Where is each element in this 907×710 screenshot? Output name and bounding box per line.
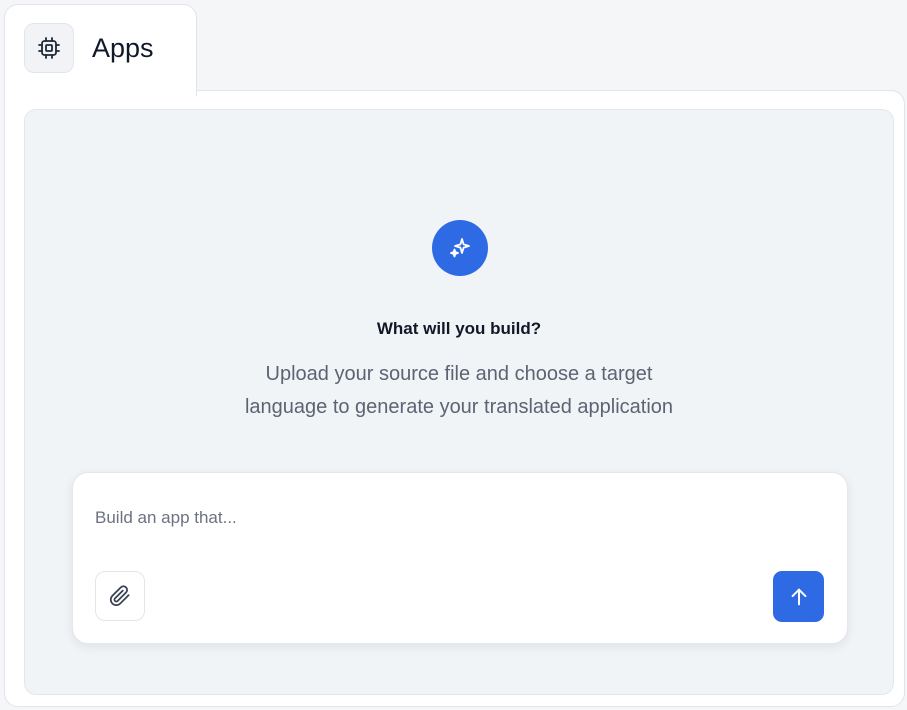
arrow-up-icon	[791, 588, 806, 605]
tab-apps[interactable]: Apps	[4, 4, 197, 96]
paperclip-icon	[109, 585, 130, 607]
page-subtitle: Upload your source file and choose a tar…	[25, 358, 893, 424]
hero-icon-badge	[432, 220, 488, 276]
attach-file-button[interactable]	[95, 571, 145, 621]
send-button[interactable]	[773, 571, 824, 622]
tab-icon-container	[24, 23, 74, 73]
cpu-chip-icon	[38, 37, 60, 59]
subtitle-line-1: Upload your source file and choose a tar…	[265, 363, 653, 385]
apps-panel: What will you build? Upload your source …	[4, 90, 905, 707]
subtitle-line-2: language to generate your translated app…	[244, 396, 674, 418]
prompt-input[interactable]	[95, 503, 795, 533]
prompt-composer	[72, 472, 848, 644]
tab-label: Apps	[92, 33, 154, 63]
page-title: What will you build?	[376, 319, 542, 338]
sparkles-icon	[450, 238, 470, 258]
builder-area: What will you build? Upload your source …	[24, 109, 894, 695]
